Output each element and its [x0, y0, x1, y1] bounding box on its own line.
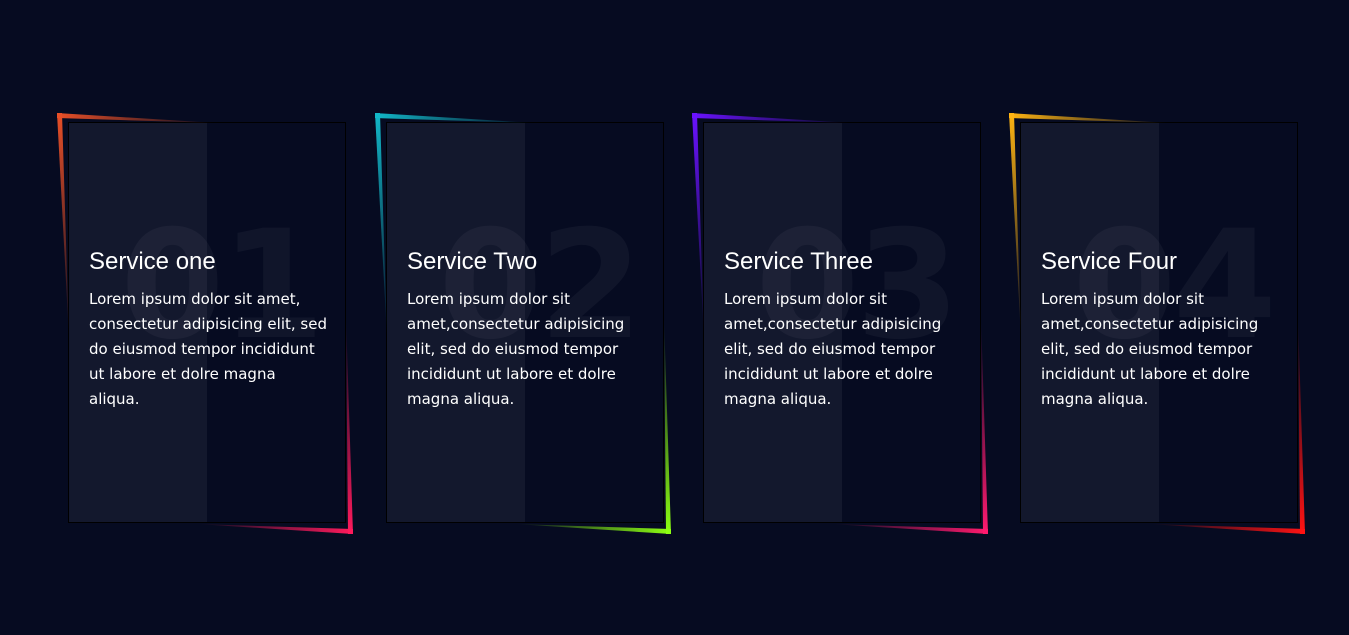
card-description: Lorem ipsum dolor sit amet, consectetur … — [89, 290, 327, 408]
accent-top-edge — [57, 113, 217, 123]
card-title: Service Three — [724, 248, 873, 275]
card-content: Service one Lorem ipsum dolor sit amet, … — [89, 247, 329, 412]
card-description: Lorem ipsum dolor sit amet,consectetur a… — [407, 290, 625, 408]
accent-right-edge — [664, 318, 671, 534]
accent-left-edge — [57, 113, 69, 338]
services-section: 01 Service one Lorem ipsum dolor sit ame… — [0, 0, 1349, 635]
accent-bottom-edge — [1149, 524, 1305, 534]
card-description: Lorem ipsum dolor sit amet,consectetur a… — [1041, 290, 1259, 408]
card-content: Service Two Lorem ipsum dolor sit amet,c… — [407, 247, 647, 412]
card-title: Service one — [89, 248, 216, 275]
card-content: Service Four Lorem ipsum dolor sit amet,… — [1041, 247, 1281, 412]
accent-left-edge — [1009, 113, 1021, 338]
accent-top-edge — [375, 113, 535, 123]
card-content: Service Three Lorem ipsum dolor sit amet… — [724, 247, 964, 412]
accent-top-edge — [1009, 113, 1169, 123]
accent-right-edge — [981, 318, 988, 534]
service-card-2[interactable]: 02 Service Two Lorem ipsum dolor sit ame… — [375, 113, 671, 534]
accent-left-edge — [692, 113, 704, 338]
accent-bottom-edge — [515, 524, 671, 534]
card-title: Service Four — [1041, 248, 1178, 275]
card-title: Service Two — [407, 248, 538, 275]
accent-bottom-edge — [832, 524, 988, 534]
service-card-1[interactable]: 01 Service one Lorem ipsum dolor sit ame… — [57, 113, 353, 534]
accent-left-edge — [375, 113, 387, 338]
accent-bottom-edge — [197, 524, 353, 534]
service-card-4[interactable]: 04 Service Four Lorem ipsum dolor sit am… — [1009, 113, 1305, 534]
accent-right-edge — [346, 318, 353, 534]
accent-right-edge — [1298, 318, 1305, 534]
card-description: Lorem ipsum dolor sit amet,consectetur a… — [724, 290, 942, 408]
service-card-3[interactable]: 03 Service Three Lorem ipsum dolor sit a… — [692, 113, 988, 534]
accent-top-edge — [692, 113, 852, 123]
